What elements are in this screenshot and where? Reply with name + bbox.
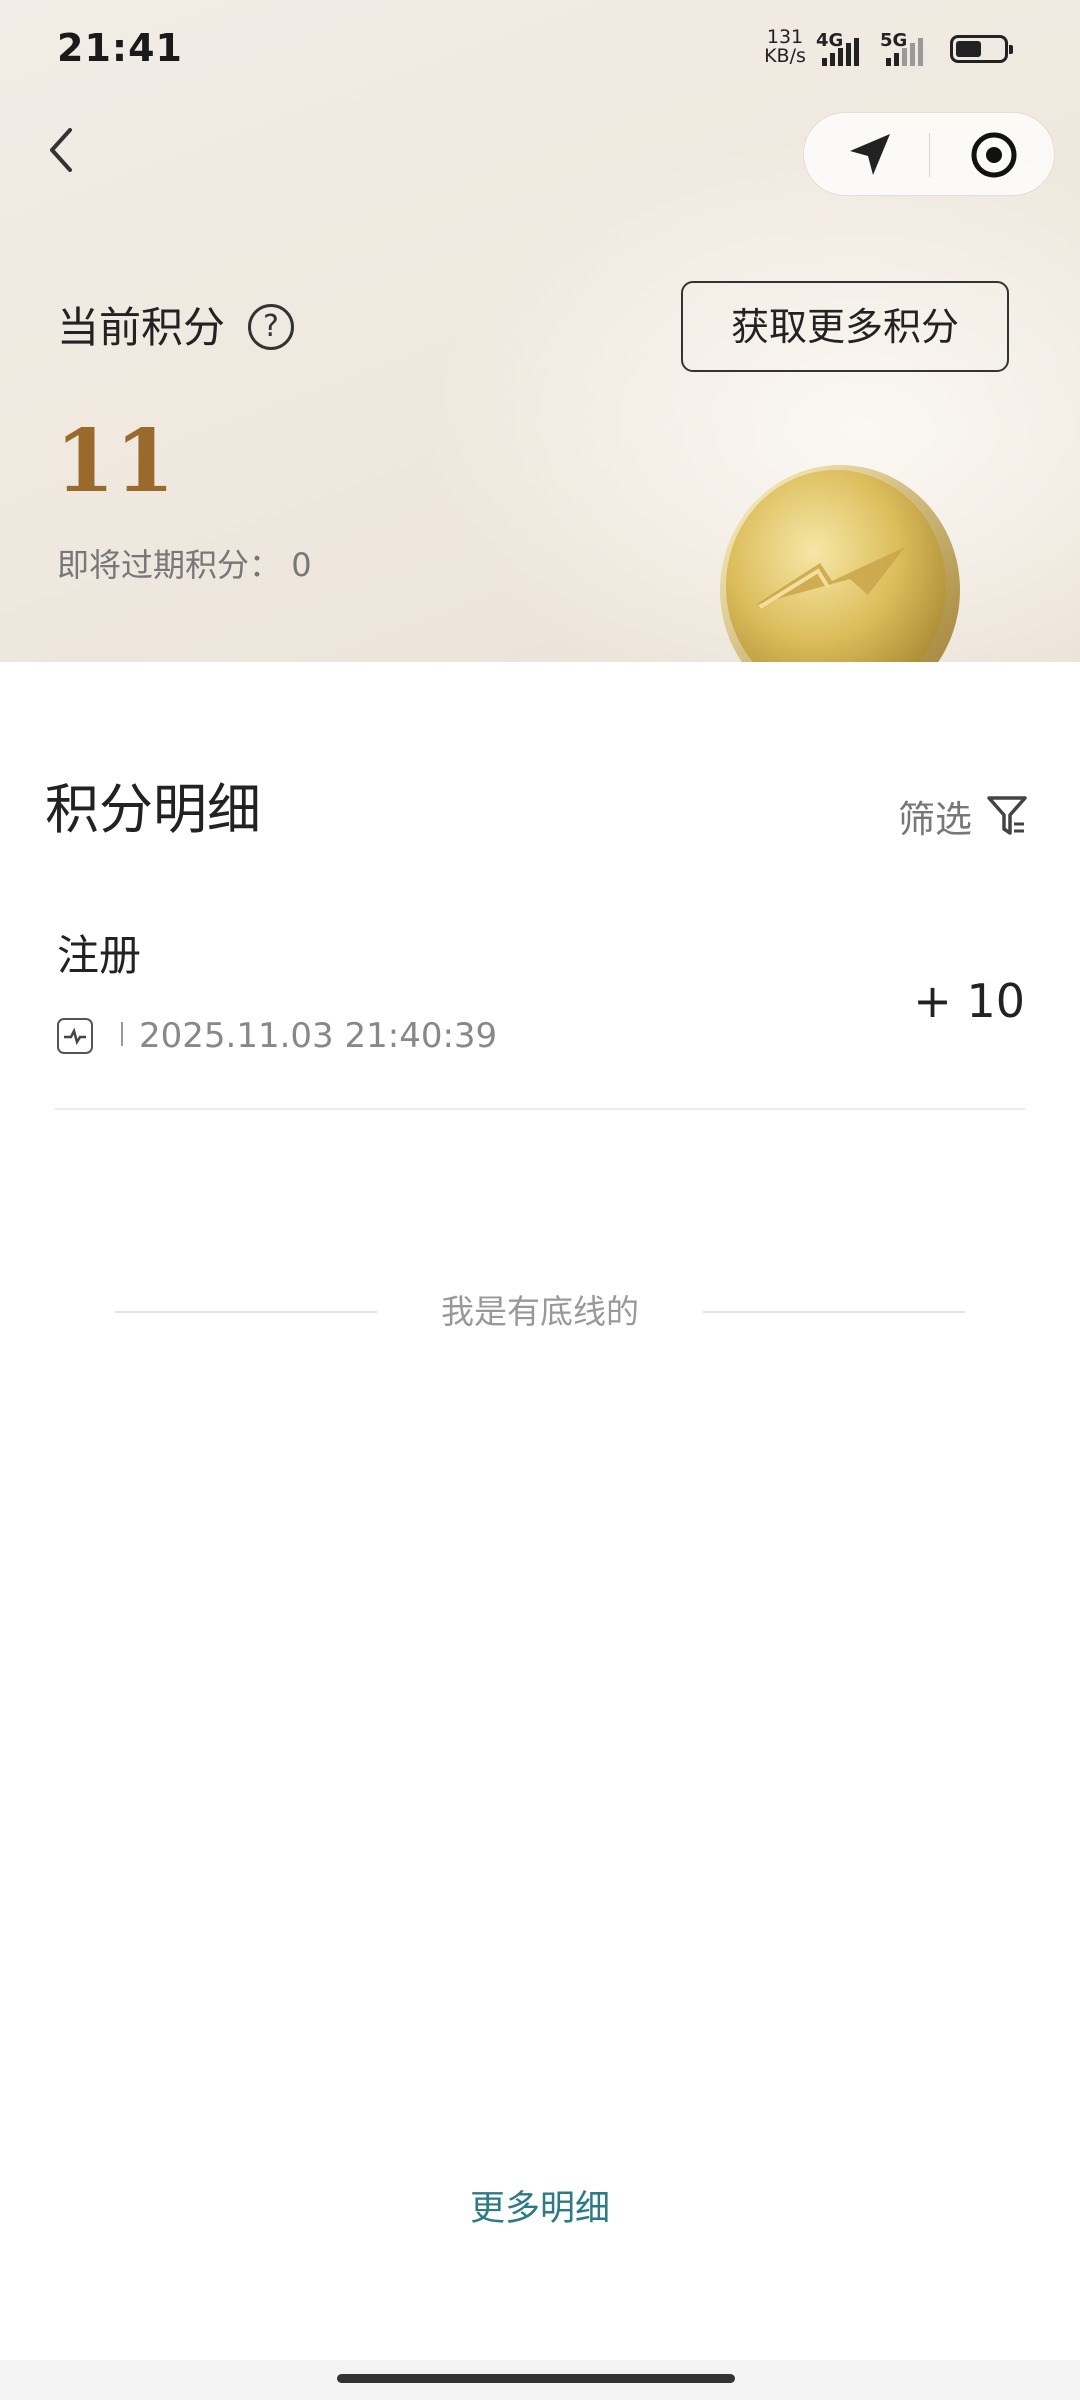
points-value: 11: [55, 411, 175, 512]
current-points-label: 当前积分: [57, 303, 226, 352]
location-button[interactable]: [844, 129, 896, 181]
question-circle-icon[interactable]: ?: [248, 304, 294, 350]
points-page: 21:41 131 KB/s 4G 5G 当前积分 ? 获取更多积分 11 即将…: [0, 0, 1080, 2400]
target-icon: [971, 132, 1017, 178]
filter-label: 筛选: [898, 798, 972, 841]
record-amount: + 10: [913, 974, 1025, 1028]
battery-level: [956, 41, 981, 57]
help-glyph: ?: [263, 309, 279, 344]
app-activity-icon: [57, 1018, 93, 1054]
gold-coin-icon: [720, 465, 960, 662]
record-divider: [121, 1022, 123, 1046]
divider-line-right: [703, 1311, 965, 1313]
points-details-title: 积分明细: [45, 778, 261, 841]
status-bar: 21:41 131 KB/s 4G 5G: [0, 0, 1080, 100]
record-time: 2025.11.03 21:40:39: [139, 1016, 498, 1056]
expiring-points-row: 即将过期积分： 0: [57, 543, 312, 587]
close-miniprogram-button[interactable]: [969, 130, 1019, 180]
filter-icon: [987, 796, 1027, 835]
signal-4g-icon: 4G: [816, 30, 874, 66]
expiring-points-value: 0: [291, 546, 312, 584]
battery-icon: [950, 35, 1013, 63]
points-record-row[interactable]: 注册 2025.11.03 21:40:39 + 10: [55, 920, 1025, 1110]
network-speed: 131 KB/s: [760, 28, 810, 66]
expiring-points-label: 即将过期积分：: [57, 546, 282, 584]
record-title: 注册: [57, 931, 142, 980]
status-time: 21:41: [57, 26, 183, 70]
miniprogram-capsule: [803, 112, 1055, 196]
activity-glyph: [64, 1027, 86, 1046]
location-arrow-icon: [850, 134, 890, 175]
signal-5g-icon: 5G: [880, 30, 938, 66]
get-more-points-button[interactable]: 获取更多积分: [681, 281, 1009, 372]
system-nav-bar: [0, 2360, 1080, 2400]
chevron-left-icon: [50, 128, 72, 172]
capsule-divider: [929, 133, 930, 177]
more-details-link[interactable]: 更多明细: [0, 2184, 1080, 2234]
filter-button[interactable]: 筛选: [898, 788, 1028, 844]
back-button[interactable]: [40, 115, 90, 185]
home-indicator[interactable]: [337, 2374, 735, 2383]
network-speed-unit: KB/s: [764, 45, 806, 67]
end-of-list-indicator: 我是有底线的: [115, 1290, 965, 1334]
points-header: 21:41 131 KB/s 4G 5G 当前积分 ? 获取更多积分 11 即将…: [0, 0, 1080, 662]
